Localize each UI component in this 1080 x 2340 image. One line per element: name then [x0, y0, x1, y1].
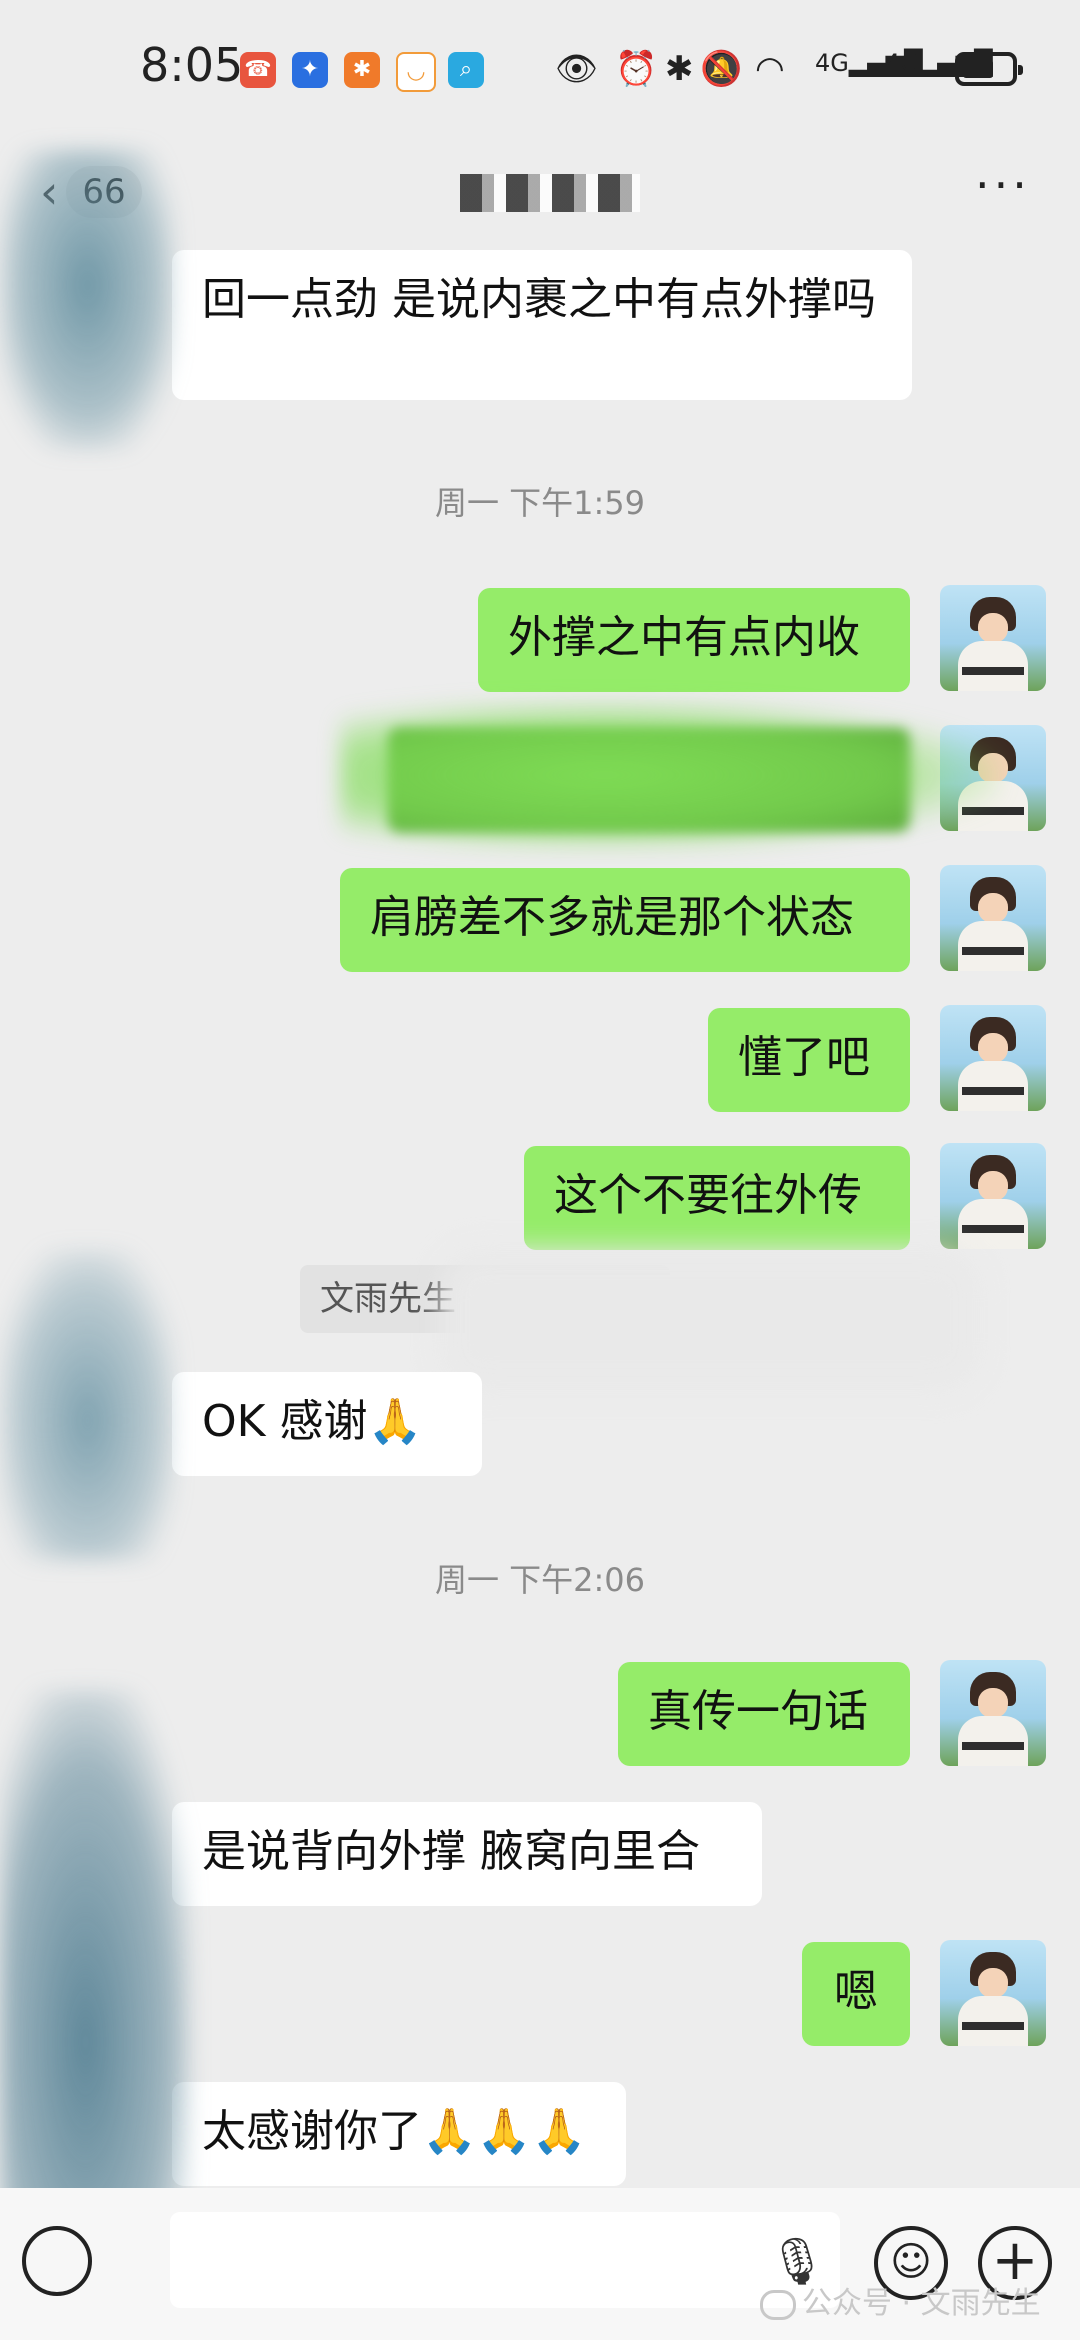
- message-incoming[interactable]: 回一点劲 是说内裹之中有点外撑吗: [172, 250, 912, 400]
- avatar[interactable]: [940, 1660, 1046, 1766]
- voice-toggle-button[interactable]: [22, 2226, 92, 2296]
- person-app-icon: ✱: [344, 52, 380, 88]
- message-outgoing[interactable]: 这个不要往外传: [524, 1146, 910, 1250]
- watermark-text: 公众号 · 文雨先生: [802, 2286, 1041, 2321]
- message-outgoing[interactable]: 外撑之中有点内收: [478, 588, 910, 692]
- more-options-button[interactable]: ···: [975, 158, 1031, 212]
- message-input[interactable]: [170, 2212, 840, 2308]
- wechat-logo-icon: [760, 2289, 796, 2320]
- watermark: 公众号 · 文雨先生: [760, 2278, 1041, 2322]
- avatar[interactable]: [940, 1005, 1046, 1111]
- blue-scribble-redaction: [0, 1250, 175, 1560]
- wifi-icon: ◠: [755, 49, 785, 89]
- message-incoming[interactable]: OK 感谢🙏: [172, 1372, 482, 1476]
- bulb-app-icon: ✦: [292, 52, 328, 88]
- alarm-icon: ⏰: [615, 49, 658, 89]
- phone-app-icon: ☎: [240, 52, 276, 88]
- bluetooth-icon: ✱: [665, 49, 694, 89]
- timestamp: 周一 下午2:06: [434, 1561, 646, 1599]
- avatar[interactable]: [940, 585, 1046, 691]
- green-scribble-redaction: [340, 700, 1000, 850]
- message-incoming[interactable]: 是说背向外撑 腋窝向里合: [172, 1802, 762, 1906]
- mute-icon: 🔕: [700, 49, 743, 89]
- light-redaction: [440, 1250, 980, 1390]
- avatar[interactable]: [940, 1143, 1046, 1249]
- eye-icon: 👁: [555, 49, 599, 89]
- avatar[interactable]: [940, 865, 1046, 971]
- battery-icon: [955, 52, 1023, 86]
- message-outgoing[interactable]: 真传一句话: [618, 1662, 910, 1766]
- title-mosaic: [460, 174, 640, 212]
- message-outgoing[interactable]: 嗯: [802, 1942, 910, 2046]
- blue-scribble-redaction: [0, 150, 175, 450]
- search-app-icon: ⌕: [448, 52, 484, 88]
- message-incoming[interactable]: 太感谢你了🙏🙏🙏: [172, 2082, 626, 2186]
- store-app-icon: ◡: [396, 52, 436, 92]
- timestamp: 周一 下午1:59: [434, 484, 646, 522]
- avatar[interactable]: [940, 1940, 1046, 2046]
- status-bar: 8:05 ☎ ✦ ✱ ◡ ⌕ 👁 ⏰ ✱ 🔕 ◠ 4G▂▄▆█ 4G▂▄▆█: [0, 0, 1080, 140]
- status-time: 8:05: [140, 38, 244, 92]
- message-outgoing[interactable]: 肩膀差不多就是那个状态: [340, 868, 910, 972]
- message-outgoing[interactable]: 懂了吧: [708, 1008, 910, 1112]
